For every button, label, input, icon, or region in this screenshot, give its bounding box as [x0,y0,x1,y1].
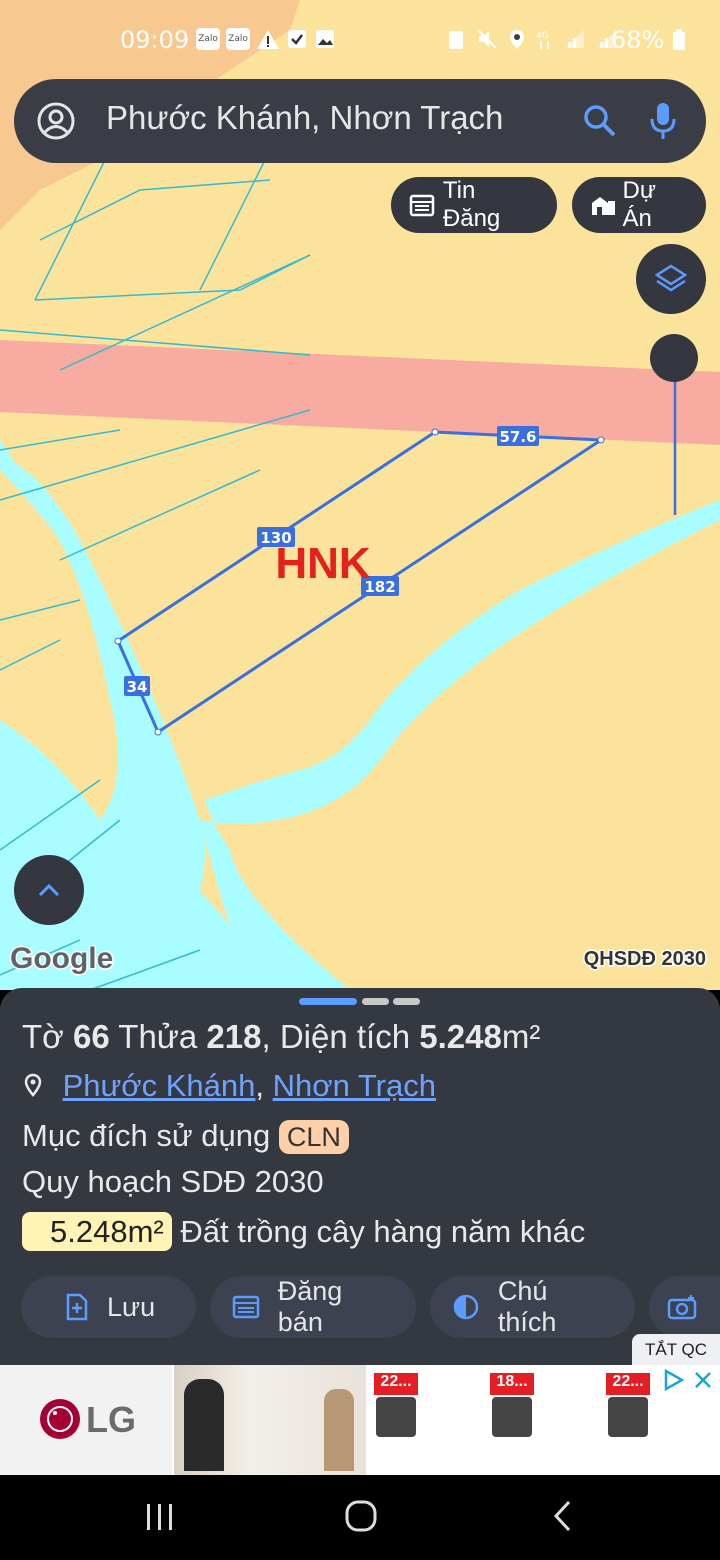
recent-apps-icon[interactable] [144,1501,176,1533]
location-district-link[interactable]: Nhơn Trạch [273,1068,436,1103]
camera-icon [667,1295,697,1320]
ad-photo [174,1365,366,1475]
ad-person [184,1379,224,1471]
plan-area-badge: 5.248m² [22,1212,172,1251]
ad-price: 22... [374,1373,418,1395]
plan-description: Đất trồng cây hàng năm khác [180,1214,586,1249]
ad-price: 18... [490,1373,534,1395]
ad-banner[interactable]: LG 22... 18... 22... [0,1365,720,1475]
tin-dang-button[interactable]: Tin Đăng [391,177,557,233]
status-bar: 09:09 Zalo Zalo 4G 68% [0,20,720,64]
calendar-icon [409,194,435,217]
google-logo: Google [10,942,113,975]
plan-row: 5.248m² Đất trồng cây hàng năm khác [22,1212,586,1251]
layers-button[interactable] [636,244,706,314]
du-an-label: Dự Án [622,177,656,232]
location-pin-icon [24,1073,42,1097]
parcel-title: Tờ 66 Thửa 218, Diện tích 5.248m² [22,1018,541,1055]
svg-text:4G: 4G [536,31,549,41]
edge-label-34: 34 [124,676,150,696]
ad-logo-area: LG [0,1365,172,1475]
tin-dang-label: Tin Đăng [442,177,501,232]
back-icon[interactable] [550,1499,576,1533]
signal-icon [566,30,584,48]
camera-button[interactable] [649,1276,720,1338]
4g-icon: 4G [536,31,549,49]
page-indicator[interactable] [393,998,420,1005]
zalo-icon: Zalo [196,28,220,50]
measure-handle[interactable] [650,334,698,382]
location-commune-link[interactable]: Phước Khánh [63,1068,256,1103]
purpose-row: Mục đích sử dụng CLN [22,1118,349,1154]
notification-icons: Zalo Zalo [196,28,336,50]
battery-text: 68% [611,26,686,54]
system-icons: 4G [446,28,618,50]
zalo-icon: Zalo [226,28,250,50]
adchoices-icon[interactable] [662,1369,684,1391]
ad-product-image [376,1397,416,1437]
close-ad-button[interactable]: TẮT QC [632,1334,720,1366]
lg-logo-icon [40,1399,80,1439]
search-icon[interactable] [582,103,618,139]
warning-icon [257,30,279,49]
add-file-icon [66,1293,88,1321]
purpose-badge: CLN [278,1120,349,1154]
svg-text:34: 34 [127,678,148,696]
location-row: Phước Khánh, Nhơn Trạch [22,1068,436,1104]
location-icon [510,30,524,49]
contrast-icon [453,1294,479,1320]
expand-button[interactable] [14,855,84,925]
chevron-up-icon [38,883,60,897]
ad-product-image [608,1397,648,1437]
ad-product-image [492,1397,532,1437]
home-icon[interactable] [344,1499,378,1533]
search-bar[interactable]: Phước Khánh, Nhơn Trạch [14,79,706,163]
svg-text:57.6: 57.6 [499,428,536,446]
check-icon [288,30,306,48]
post-sale-button[interactable]: Đăng bán [210,1276,416,1338]
battery-saver-icon [449,31,463,49]
buildings-icon [592,197,615,215]
land-type-label: HNK [275,539,371,588]
search-query[interactable]: Phước Khánh, Nhơn Trạch [106,99,503,137]
du-an-button[interactable]: Dự Án [572,177,706,233]
page-indicator[interactable] [362,998,389,1005]
layers-icon [655,264,687,292]
ad-person [324,1389,354,1471]
page-indicator-active[interactable] [299,998,357,1005]
account-icon[interactable] [36,101,76,141]
ad-products: 22... 18... 22... [366,1365,720,1475]
calendar-icon [232,1295,260,1319]
battery-icon [673,29,685,50]
save-button[interactable]: Lưu [21,1276,196,1338]
close-icon[interactable] [692,1369,714,1391]
status-time: 09:09 [120,26,190,54]
edge-label-57-6: 57.6 [497,426,539,446]
layer-label: QHSDĐ 2030 [584,948,706,970]
ad-price: 22... [606,1373,650,1395]
mute-icon [477,29,497,49]
plan-label: Quy hoạch SDĐ 2030 [22,1164,324,1199]
legend-button[interactable]: Chú thích [430,1276,635,1338]
navigation-bar [0,1475,720,1560]
ad-brand: LG [86,1399,136,1440]
microphone-icon[interactable] [648,101,678,141]
image-icon [316,30,334,48]
